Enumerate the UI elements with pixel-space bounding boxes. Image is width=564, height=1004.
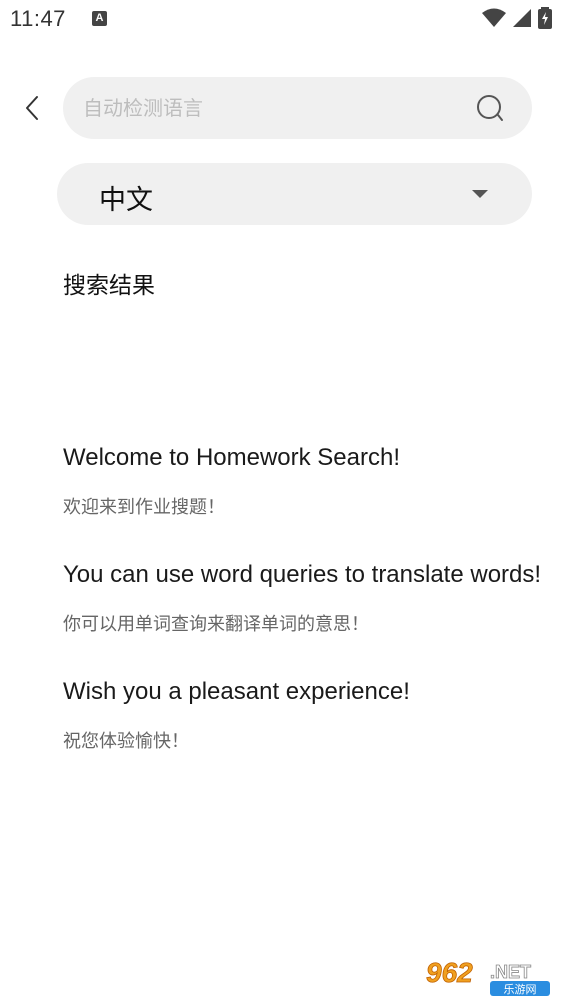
svg-text:乐游网: 乐游网: [504, 983, 537, 996]
status-bar: 11:47 A: [0, 0, 564, 38]
message-zh-3: 祝您体验愉快！: [63, 731, 189, 752]
notification-icon: A: [92, 11, 107, 26]
message-en-1: Welcome to Homework Search!: [63, 444, 401, 471]
svg-text:962: 962: [426, 957, 473, 988]
language-selected-value: 中文: [99, 185, 153, 216]
language-select[interactable]: 中文: [57, 163, 532, 225]
search-icon: [477, 95, 503, 121]
message-en-3: Wish you a pleasant experience!: [63, 678, 410, 705]
back-button[interactable]: [14, 88, 50, 128]
wifi-icon: [482, 8, 506, 28]
screen: 11:47 A 中文 搜索结果: [0, 0, 564, 1004]
cellular-signal-icon: [512, 8, 532, 28]
message-zh-1: 欢迎来到作业搜题！: [63, 497, 225, 518]
results-title: 搜索结果: [63, 273, 155, 299]
status-time: 11:47: [10, 6, 66, 31]
message-zh-2: 你可以用单词查询来翻译单词的意思！: [63, 614, 369, 635]
watermark-logo: 962 .NET 乐游网: [424, 954, 558, 998]
battery-charging-icon: [538, 7, 552, 29]
search-bar: [63, 77, 532, 139]
svg-text:.NET: .NET: [490, 962, 531, 982]
search-input[interactable]: [83, 77, 463, 139]
status-icons: [482, 7, 552, 29]
dropdown-caret-icon: [472, 190, 488, 198]
message-en-2: You can use word queries to translate wo…: [63, 561, 542, 588]
search-button[interactable]: [474, 92, 508, 126]
chevron-left-icon: [26, 96, 38, 120]
